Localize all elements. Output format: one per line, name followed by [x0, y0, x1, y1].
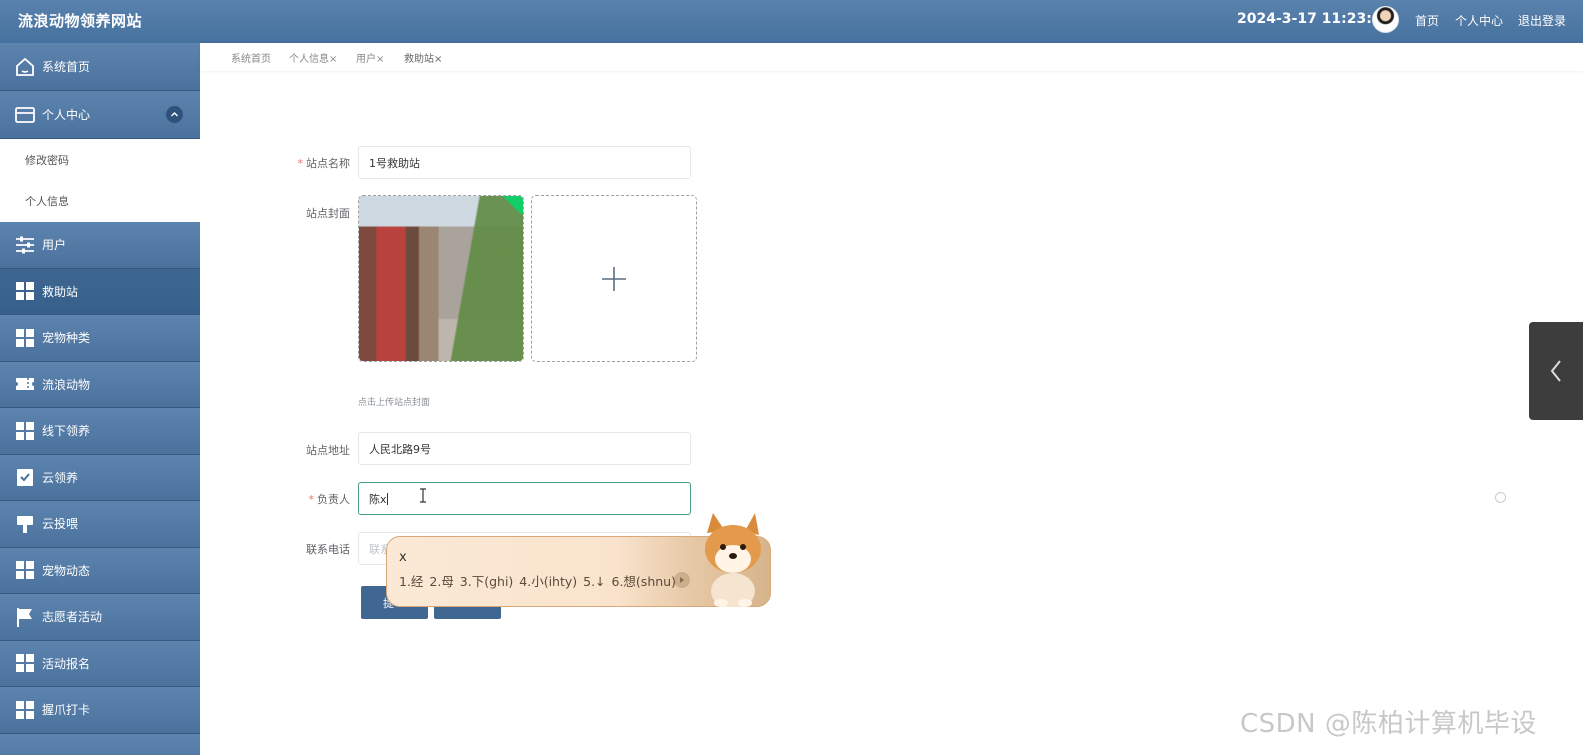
sidebar-item-activity-signup[interactable]: 活动报名	[0, 640, 200, 687]
sidebar-item-label: 个人中心	[42, 108, 91, 122]
sidebar-item-label: 救助站	[42, 284, 79, 299]
sidebar-item-paw-checkin[interactable]: 握爪打卡	[0, 687, 200, 734]
address-label: 站点地址	[306, 444, 350, 457]
grid-icon	[14, 280, 36, 302]
chevron-up-icon[interactable]	[166, 106, 183, 123]
shiba-dog-icon	[705, 513, 761, 607]
brush-icon	[14, 513, 36, 535]
ime-candidates[interactable]: 1.经 2.母 3.下(ghi) 4.小(ihty) 5.↓ 6.想(shnu)	[399, 571, 676, 590]
chevron-left-icon	[1550, 360, 1561, 382]
clipboard-check-icon	[14, 466, 36, 488]
sidebar-item-label: 云投喂	[42, 517, 79, 532]
sidebar: 系统首页 个人中心 修改密码 个人信息 用户 救助站 宠物种类 流浪动物 线下领…	[0, 43, 200, 755]
phone-label: 联系电话	[306, 543, 350, 556]
sidebar-item-partial[interactable]	[0, 733, 200, 755]
text-caret	[386, 492, 388, 505]
sidebar-item-pet-types[interactable]: 宠物种类	[0, 315, 200, 362]
sidebar-item-label: 活动报名	[42, 656, 91, 671]
watermark: CSDN @陈柏计算机毕设	[1240, 709, 1537, 739]
sidebar-item-personal-center[interactable]: 个人中心	[0, 91, 200, 139]
tab-home[interactable]: 系统首页	[231, 50, 271, 65]
sidebar-item-pet-news[interactable]: 宠物动态	[0, 547, 200, 594]
grid-icon	[14, 652, 36, 674]
cover-label: 站点封面	[306, 207, 350, 220]
submenu-change-password[interactable]: 修改密码	[0, 139, 200, 181]
station-name-input[interactable]: 1号救助站	[358, 146, 691, 179]
top-header: 流浪动物领养网站 2024-3-17 11:23:17 首页 个人中心 退出登录	[0, 0, 1583, 43]
cover-image-preview[interactable]	[358, 195, 524, 362]
sidebar-item-label: 系统首页	[42, 60, 91, 74]
sliders-icon	[14, 234, 36, 256]
upload-success-badge	[501, 196, 523, 215]
personal-center-submenu: 修改密码 个人信息	[0, 139, 200, 222]
sidebar-item-rescue-station[interactable]: 救助站	[0, 268, 200, 315]
address-input[interactable]: 人民北路9号	[358, 432, 691, 465]
sidebar-item-stray-animals[interactable]: 流浪动物	[0, 361, 200, 408]
tab-rescue-station[interactable]: 救助站×	[404, 50, 442, 65]
text-cursor-icon	[420, 488, 426, 503]
tab-bar: 系统首页 个人信息× 用户× 救助站×	[200, 43, 1583, 71]
cover-photo	[359, 196, 523, 361]
flag-icon	[14, 606, 36, 628]
card-icon	[14, 104, 36, 126]
plus-icon	[602, 266, 626, 291]
ime-candidate-popup: x 1.经 2.母 3.下(ghi) 4.小(ihty) 5.↓ 6.想(shn…	[386, 513, 771, 607]
sidebar-item-offline-adoption[interactable]: 线下领养	[0, 408, 200, 455]
site-title: 流浪动物领养网站	[18, 12, 143, 30]
manager-label: * 负责人	[308, 493, 351, 506]
sidebar-item-home[interactable]: 系统首页	[0, 43, 200, 91]
submenu-personal-info[interactable]: 个人信息	[0, 181, 200, 223]
clear-icon[interactable]	[1495, 492, 1506, 503]
station-name-label: * 站点名称	[297, 157, 351, 170]
grid-icon	[14, 327, 36, 349]
personal-center-link[interactable]: 个人中心	[1455, 12, 1503, 29]
grid-icon	[14, 420, 36, 442]
ime-composition: x	[399, 550, 407, 565]
grid-icon	[14, 559, 36, 581]
sidebar-item-label: 用户	[42, 238, 67, 253]
current-datetime: 2024-3-17 11:23:17	[1237, 11, 1392, 27]
grid-icon	[14, 699, 36, 721]
user-avatar[interactable]	[1372, 6, 1399, 33]
sidebar-item-label: 线下领养	[42, 424, 91, 439]
cover-hint: 点击上传站点封面	[358, 398, 431, 408]
sidebar-item-label: 志愿者活动	[42, 610, 103, 625]
ticket-icon	[14, 373, 36, 395]
manager-input[interactable]: 陈x	[358, 482, 691, 515]
next-page-icon[interactable]	[674, 572, 690, 588]
tab-users[interactable]: 用户×	[356, 50, 384, 65]
sidebar-item-label: 宠物动态	[42, 563, 91, 578]
logout-link[interactable]: 退出登录	[1518, 12, 1566, 29]
cover-upload-button[interactable]	[531, 195, 697, 362]
tab-personal-info[interactable]: 个人信息×	[289, 50, 337, 65]
side-panel-toggle[interactable]	[1529, 322, 1583, 420]
sidebar-item-users[interactable]: 用户	[0, 222, 200, 269]
home-link[interactable]: 首页	[1415, 12, 1439, 29]
sidebar-item-label: 握爪打卡	[42, 703, 91, 718]
sidebar-item-label: 流浪动物	[42, 377, 91, 392]
sidebar-item-label: 宠物种类	[42, 331, 91, 346]
home-icon	[14, 56, 36, 78]
sidebar-item-volunteer-activities[interactable]: 志愿者活动	[0, 594, 200, 641]
sidebar-item-cloud-feeding[interactable]: 云投喂	[0, 501, 200, 548]
sidebar-item-cloud-adoption[interactable]: 云领养	[0, 454, 200, 501]
sidebar-item-label: 云领养	[42, 470, 79, 485]
